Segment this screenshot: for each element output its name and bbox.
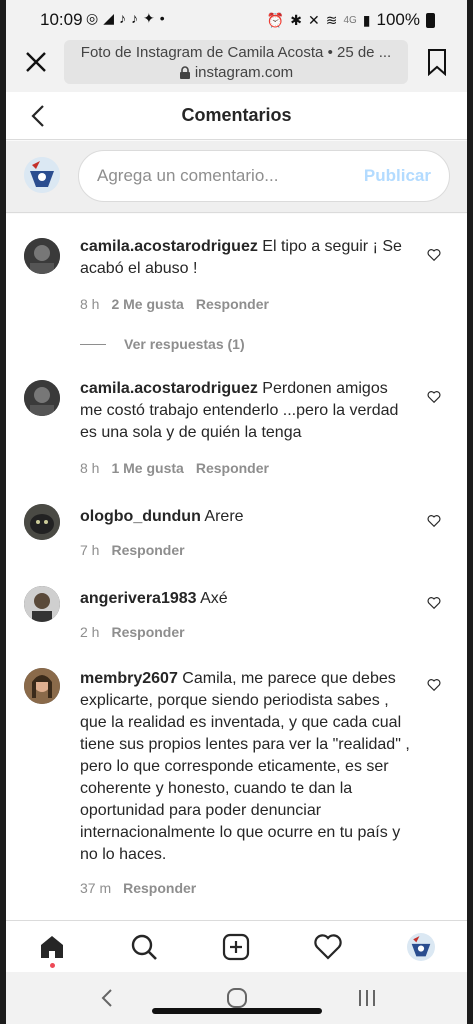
system-icons: ⏰ ✱ ✕ ≋ 4G ▮ 100%	[267, 10, 435, 30]
avatar[interactable]	[24, 504, 60, 540]
heart-icon[interactable]	[427, 390, 441, 404]
home-gesture-pill[interactable]	[152, 1008, 322, 1014]
reply-button[interactable]: Responder	[111, 542, 184, 558]
comments-list: camila.acostarodriguez El tipo a seguir …	[6, 214, 467, 920]
comment-time: 2 h	[80, 624, 100, 640]
reply-button[interactable]: Responder	[196, 296, 269, 312]
alarm-icon: ⏰	[266, 11, 285, 28]
system-back-icon[interactable]	[96, 986, 120, 1010]
profile-picture-icon	[24, 586, 60, 622]
reply-button[interactable]: Responder	[123, 880, 196, 896]
profile-picture-icon	[24, 157, 60, 193]
comment-text: ologbo_dundun Arere	[80, 506, 410, 528]
comment-text: membry2607 Camila, me parece que debes e…	[80, 668, 410, 866]
status-time: 10:09	[40, 10, 83, 29]
profile-tab-avatar[interactable]	[407, 933, 435, 961]
comment-body: Camila, me parece que debes explicarte, …	[80, 670, 410, 863]
comment-meta: 8 h 2 Me gusta Responder	[80, 296, 269, 312]
view-replies-button[interactable]: Ver respuestas (1)	[80, 336, 245, 352]
tiktok-icon: ♪	[131, 10, 138, 26]
comment-meta: 2 h Responder	[80, 624, 185, 640]
avatar[interactable]	[24, 380, 60, 416]
url-bar[interactable]: Foto de Instagram de Camila Acosta • 25 …	[64, 40, 408, 84]
comment-meta: 37 m Responder	[80, 880, 196, 896]
comment-text: angerivera1983 Axé	[80, 588, 410, 610]
reply-button[interactable]: Responder	[111, 624, 184, 640]
comment-body: Arere	[204, 508, 244, 525]
comment-placeholder: Agrega un comentario...	[97, 166, 279, 185]
comment-likes[interactable]: 1 Me gusta	[111, 460, 183, 476]
bottom-navigation	[6, 920, 467, 972]
close-icon[interactable]	[24, 50, 48, 74]
page-title: Foto de Instagram de Camila Acosta • 25 …	[80, 44, 392, 61]
comment-username[interactable]: ologbo_dundun	[80, 508, 201, 525]
heart-icon[interactable]	[427, 248, 441, 262]
telegram-icon: ◢	[103, 10, 114, 26]
comment-time: 8 h	[80, 460, 100, 476]
avatar	[24, 157, 60, 193]
heart-icon[interactable]	[427, 596, 441, 610]
domain-text: instagram.com	[194, 64, 294, 81]
mute-icon: ✕	[307, 11, 320, 28]
comment-likes[interactable]: 2 Me gusta	[111, 296, 183, 312]
tiktok-icon: ♪	[119, 10, 126, 26]
signal-icon: ▮	[362, 11, 371, 28]
network-type: 4G	[343, 14, 357, 26]
search-icon[interactable]	[130, 933, 158, 961]
comment-body: Axé	[200, 590, 228, 607]
status-bar: 10:09 ◎ ◢ ♪ ♪ ✦ • ⏰ ✱ ✕ ≋ 4G ▮ 100%	[6, 0, 467, 38]
page-title: Comentarios	[181, 105, 292, 125]
browser-toolbar: Foto de Instagram de Camila Acosta • 25 …	[6, 38, 467, 92]
comment-username[interactable]: camila.acostarodriguez	[80, 238, 258, 255]
view-replies-label: Ver respuestas (1)	[124, 336, 245, 352]
new-post-icon[interactable]	[222, 933, 250, 961]
battery-level: 100%	[376, 10, 420, 29]
lock-icon	[179, 66, 190, 79]
wifi-icon: ≋	[325, 11, 338, 28]
comment-meta: 7 h Responder	[80, 542, 185, 558]
notification-icons: ◎ ◢ ♪ ♪ ✦ •	[86, 10, 165, 27]
profile-picture-icon	[24, 668, 60, 704]
comment-text: camila.acostarodriguez Perdonen amigos m…	[80, 378, 410, 444]
system-home-icon[interactable]	[225, 986, 249, 1010]
comment-time: 8 h	[80, 296, 100, 312]
profile-picture-icon	[24, 238, 60, 274]
comment-time: 37 m	[80, 880, 112, 896]
comment-meta: 8 h 1 Me gusta Responder	[80, 460, 269, 476]
home-icon[interactable]	[38, 933, 66, 961]
profile-picture-icon	[407, 933, 435, 961]
bluetooth-icon: ✱	[290, 11, 302, 28]
whatsapp-icon: ◎	[86, 10, 99, 26]
avatar[interactable]	[24, 238, 60, 274]
profile-picture-icon	[24, 504, 60, 540]
battery-icon	[426, 12, 435, 28]
profile-picture-icon	[24, 380, 60, 416]
comment-text: camila.acostarodriguez El tipo a seguir …	[80, 236, 410, 280]
divider	[80, 343, 106, 345]
comment-username[interactable]: angerivera1983	[80, 590, 197, 607]
avatar[interactable]	[24, 668, 60, 704]
comment-username[interactable]: membry2607	[80, 670, 178, 687]
reply-button[interactable]: Responder	[196, 460, 269, 476]
activity-heart-icon[interactable]	[314, 933, 342, 961]
heart-icon[interactable]	[427, 514, 441, 528]
url-domain: instagram.com	[64, 64, 408, 81]
twitter-icon: ✦	[143, 10, 155, 26]
recent-apps-icon[interactable]	[355, 986, 379, 1010]
system-navigation-bar	[6, 972, 467, 1024]
comments-header: Comentarios	[6, 92, 467, 140]
phone-screen: 10:09 ◎ ◢ ♪ ♪ ✦ • ⏰ ✱ ✕ ≋ 4G ▮ 100% Foto…	[6, 0, 467, 1024]
comment-input[interactable]: Agrega un comentario... Publicar	[78, 150, 450, 202]
comment-composer: Agrega un comentario... Publicar	[6, 141, 467, 213]
more-notifications-dot: •	[159, 10, 165, 26]
notification-dot	[50, 963, 55, 968]
bookmark-icon[interactable]	[427, 48, 447, 76]
comment-username[interactable]: camila.acostarodriguez	[80, 380, 258, 397]
comment-time: 7 h	[80, 542, 100, 558]
avatar[interactable]	[24, 586, 60, 622]
publish-button[interactable]: Publicar	[364, 166, 431, 186]
heart-icon[interactable]	[427, 678, 441, 692]
